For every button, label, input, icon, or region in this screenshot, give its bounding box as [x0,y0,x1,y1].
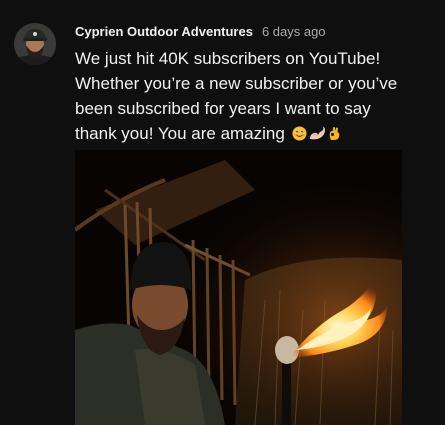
post-header: Cyprien Outdoor Adventures 6 days ago [75,24,326,42]
channel-name-link[interactable]: Cyprien Outdoor Adventures [75,24,253,39]
post-date-link[interactable]: 6 days ago [262,24,326,39]
post-text-line: We just hit 40K subscribers on YouTube! [75,49,381,68]
post-text-line: been subscribed for years I want to say [75,99,371,118]
post-text: We just hit 40K subscribers on YouTube! … [75,46,435,146]
flexed-biceps-icon [309,123,326,140]
smiling-face-icon [292,123,307,141]
post-text-line: Whether you’re a new subscriber or you’v… [75,74,398,93]
community-post: Cyprien Outdoor Adventures 6 days ago We… [0,0,445,425]
post-text-last-line: thank you! You are amazing [75,121,435,146]
ok-hand-icon [328,123,341,140]
post-text-line: thank you! You are amazing [75,124,285,143]
post-image[interactable] [75,150,402,425]
channel-avatar[interactable] [14,23,56,65]
